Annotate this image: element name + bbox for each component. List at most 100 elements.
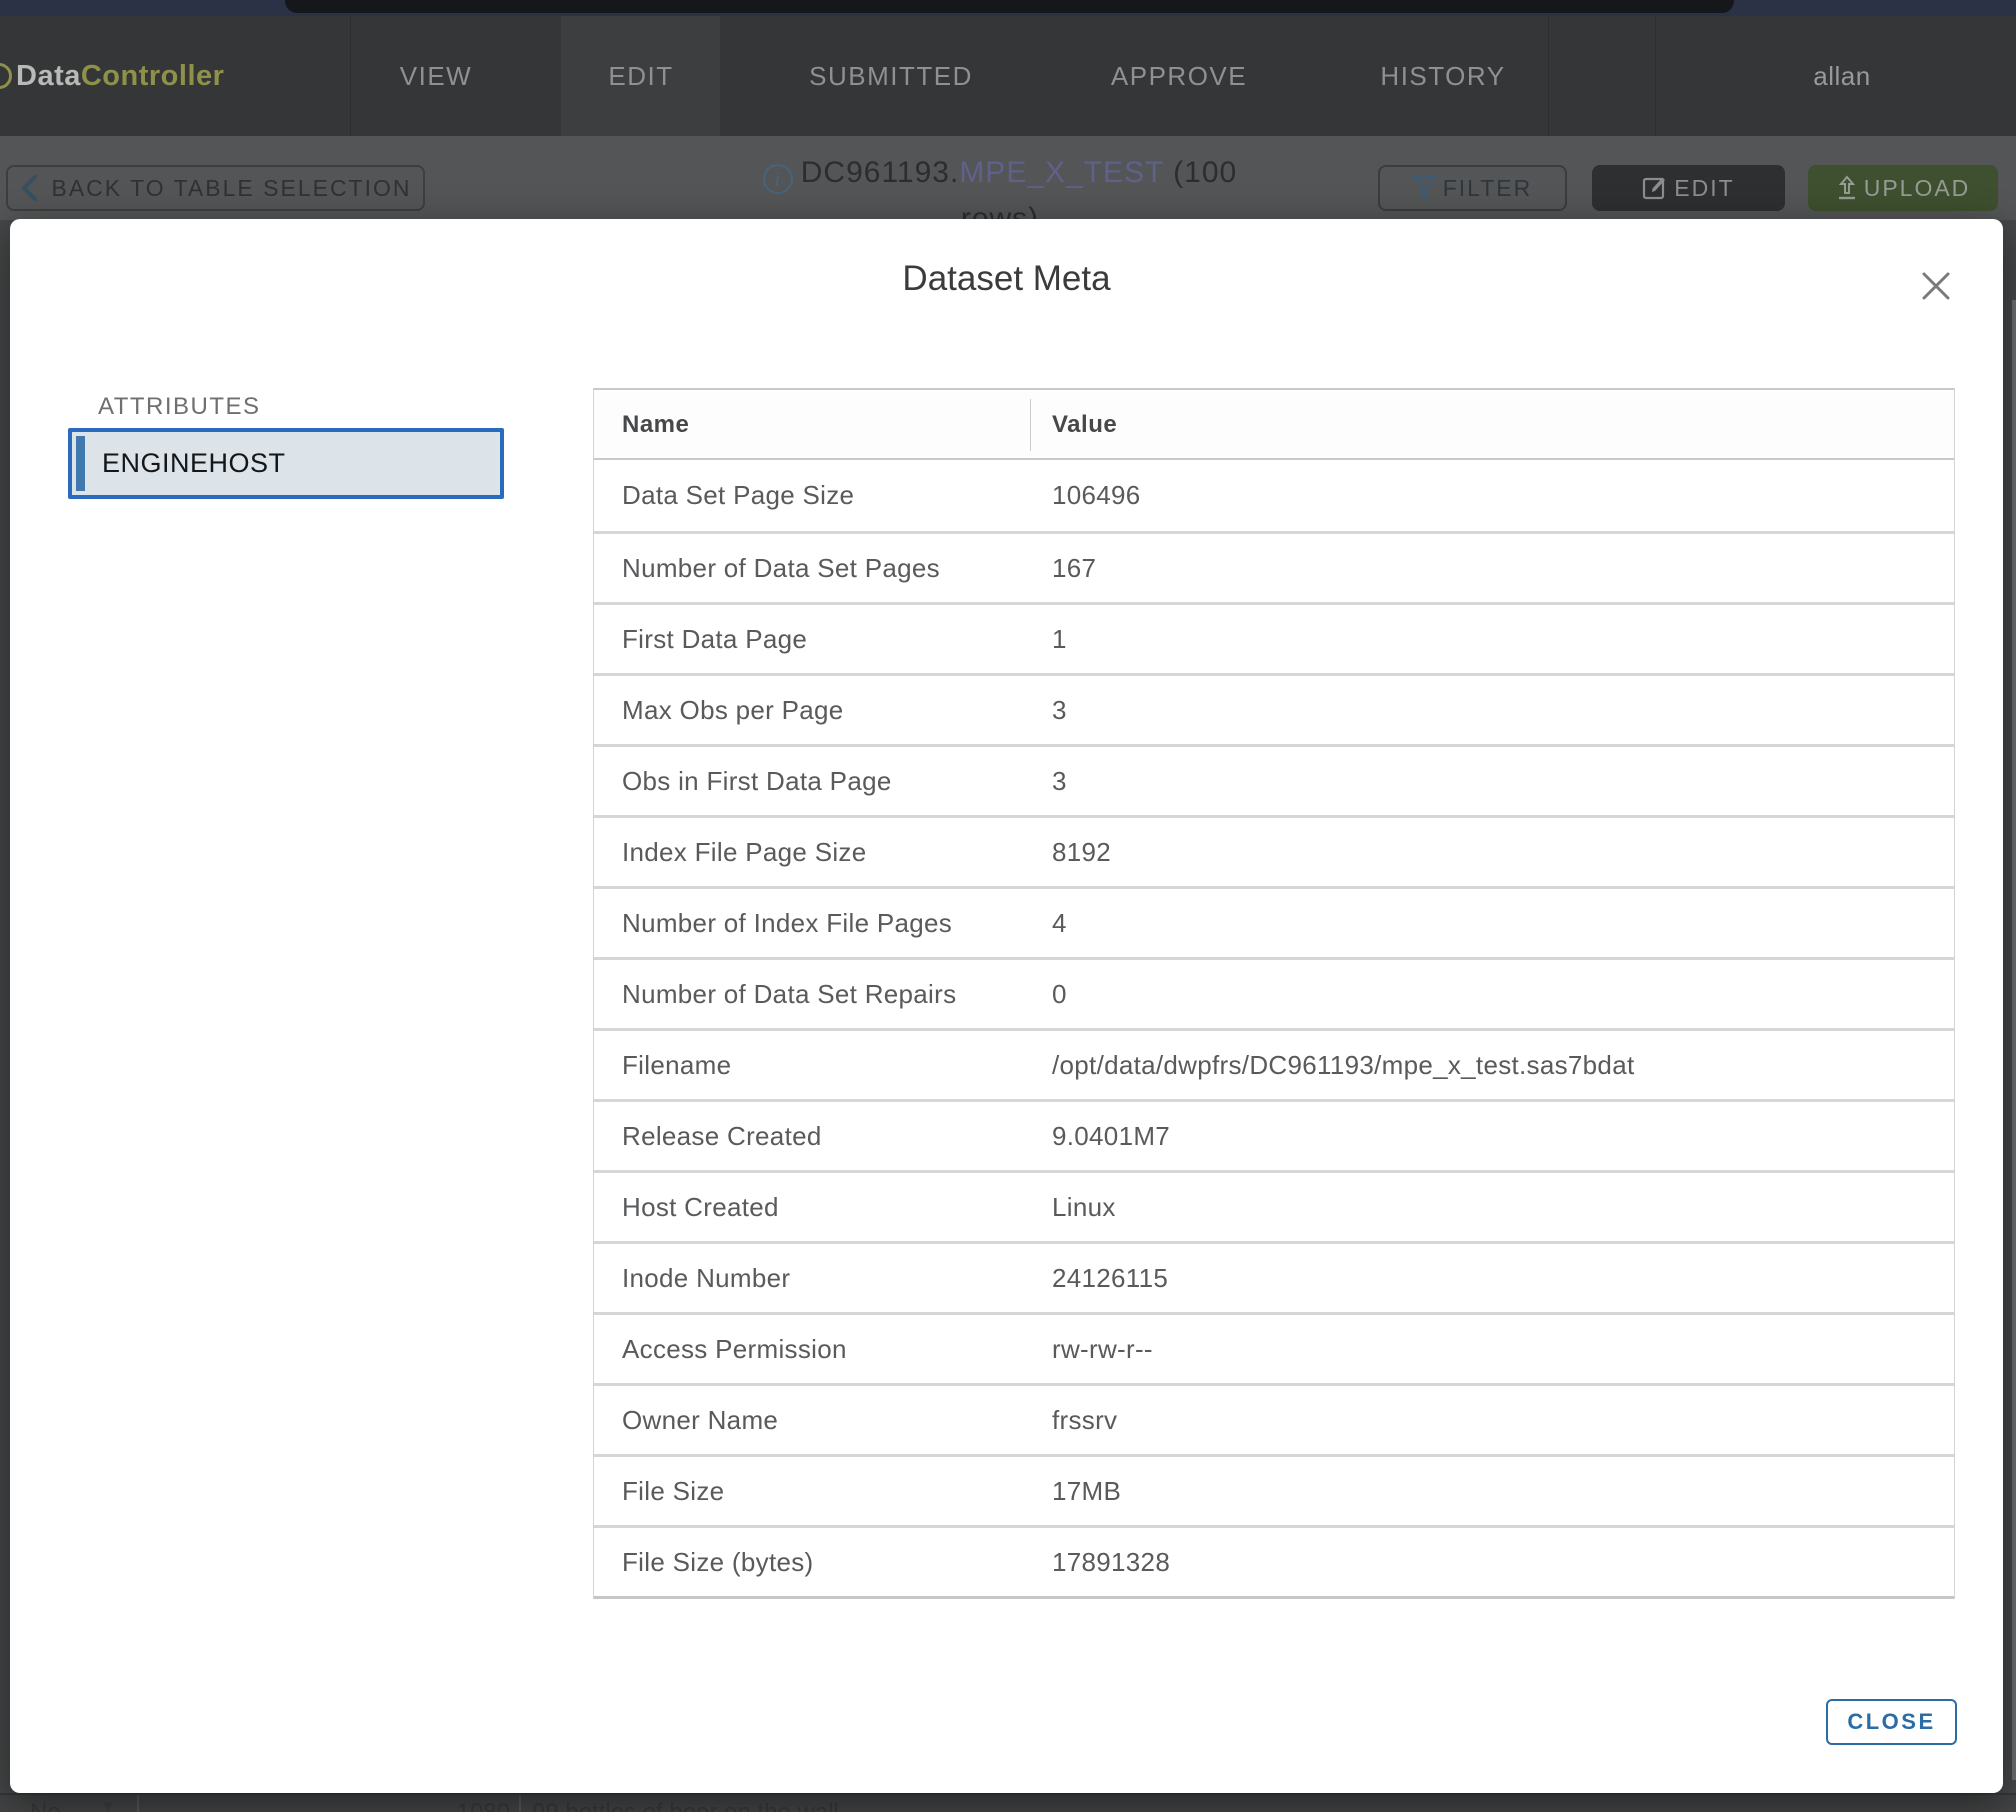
nav-divider (1655, 16, 1656, 136)
table-row: Inode Number24126115 (594, 1241, 1954, 1312)
title-table-name: MPE_X_TEST (959, 156, 1164, 189)
attribute-item-enginehost[interactable]: ENGINEHOST (68, 428, 504, 499)
attribute-item-label: ENGINEHOST (102, 432, 286, 495)
nav-tab-approve[interactable]: APPROVE (1111, 16, 1247, 136)
column-header-value: Value (1030, 390, 1954, 458)
page-header: BACK TO TABLE SELECTION i DC961193.MPE_X_… (0, 136, 2016, 220)
row-value: 167 (1030, 553, 1954, 584)
row-value: 4 (1030, 908, 1954, 939)
row-name: First Data Page (594, 624, 1030, 655)
row-name: Number of Data Set Repairs (594, 979, 1030, 1010)
row-value: 17891328 (1030, 1547, 1954, 1578)
row-name: Index File Page Size (594, 837, 1030, 868)
row-name: Release Created (594, 1121, 1030, 1152)
table-row: Index File Page Size8192 (594, 815, 1954, 886)
info-icon[interactable]: i (763, 164, 793, 194)
table-row: Owner Namefrssrv (594, 1383, 1954, 1454)
table-row: Max Obs per Page3 (594, 673, 1954, 744)
row-name: Number of Index File Pages (594, 908, 1030, 939)
modal-title: Dataset Meta (10, 259, 2003, 299)
row-value: 24126115 (1030, 1263, 1954, 1294)
table-row: Data Set Page Size106496 (594, 460, 1954, 531)
table-row: Filename/opt/data/dwpfrs/DC961193/mpe_x_… (594, 1028, 1954, 1099)
row-value: frssrv (1030, 1405, 1954, 1436)
chevron-left-icon (19, 173, 41, 203)
row-value: 9.0401M7 (1030, 1121, 1954, 1152)
grid-divider (519, 1795, 521, 1812)
table-row: Host CreatedLinux (594, 1170, 1954, 1241)
brand-data: Data (16, 60, 81, 92)
row-value: Linux (1030, 1192, 1954, 1223)
row-name: Obs in First Data Page (594, 766, 1030, 797)
back-to-table-selection-button[interactable]: BACK TO TABLE SELECTION (6, 165, 425, 211)
nav-divider (1548, 16, 1549, 136)
selection-accent-bar (76, 436, 85, 491)
table-row: First Data Page1 (594, 602, 1954, 673)
brand-logo-icon (0, 63, 12, 89)
user-menu[interactable]: allan (1813, 16, 1870, 136)
row-name: File Size (bytes) (594, 1547, 1030, 1578)
upload-button[interactable]: UPLOAD (1808, 165, 1998, 211)
table-row: Access Permissionrw-rw-r-- (594, 1312, 1954, 1383)
nav-divider (350, 16, 351, 136)
table-row: Obs in First Data Page3 (594, 744, 1954, 815)
meta-table-header: Name Value (594, 390, 1954, 460)
browser-tab-bar (285, 0, 1734, 13)
edit-pencil-icon (1642, 175, 1668, 201)
meta-table: Name Value Data Set Page Size106496 Numb… (593, 388, 1955, 1599)
row-name: Owner Name (594, 1405, 1030, 1436)
row-name: Access Permission (594, 1334, 1030, 1365)
close-icon[interactable] (1919, 269, 1953, 303)
column-header-name: Name (594, 390, 1030, 458)
row-name: Inode Number (594, 1263, 1030, 1294)
row-value: 8192 (1030, 837, 1954, 868)
grid-cell-text: 99 bottles of beer on the wall (532, 1799, 839, 1812)
attributes-label: ATTRIBUTES (98, 393, 261, 421)
nav-tab-submitted[interactable]: SUBMITTED (809, 16, 973, 136)
back-button-label: BACK TO TABLE SELECTION (51, 175, 411, 202)
filter-button-label: FILTER (1443, 175, 1533, 202)
column-divider (1030, 399, 1031, 451)
row-value: 1 (1030, 624, 1954, 655)
title-libref: DC961193. (801, 156, 960, 189)
nav-tab-edit[interactable]: EDIT (608, 16, 673, 136)
row-value: 17MB (1030, 1476, 1954, 1507)
row-value: 106496 (1030, 480, 1954, 511)
table-row: File Size (bytes)17891328 (594, 1525, 1954, 1596)
grid-col-header: No (30, 1799, 61, 1812)
grid-divider (137, 1795, 139, 1812)
edit-button[interactable]: EDIT (1592, 165, 1785, 211)
table-row: Number of Data Set Pages167 (594, 531, 1954, 602)
filter-funnel-icon (1413, 175, 1437, 201)
upload-arrow-icon (1836, 175, 1858, 201)
row-name: Number of Data Set Pages (594, 553, 1030, 584)
table-row: Number of Index File Pages4 (594, 886, 1954, 957)
row-value: 3 (1030, 766, 1954, 797)
background-grid-fragment: No 1080 99 bottles of beer on the wall (0, 1793, 2016, 1812)
nav-tab-view[interactable]: VIEW (400, 16, 472, 136)
table-row: Release Created9.0401M7 (594, 1099, 1954, 1170)
close-button[interactable]: CLOSE (1826, 1699, 1957, 1745)
app-window: DataController VIEW EDIT SUBMITTED APPRO… (0, 0, 2016, 1812)
row-value: 0 (1030, 979, 1954, 1010)
browser-top-strip (0, 0, 2016, 16)
navbar: DataController VIEW EDIT SUBMITTED APPRO… (0, 16, 2016, 136)
background-scrollbar (2012, 300, 2016, 1780)
table-row: File Size17MB (594, 1454, 1954, 1525)
row-name: File Size (594, 1476, 1030, 1507)
filter-button[interactable]: FILTER (1378, 165, 1567, 211)
row-name: Host Created (594, 1192, 1030, 1223)
row-value: /opt/data/dwpfrs/DC961193/mpe_x_test.sas… (1030, 1050, 1954, 1081)
table-row: Number of Data Set Repairs0 (594, 957, 1954, 1028)
row-value: rw-rw-r-- (1030, 1334, 1954, 1365)
brand-controller: Controller (81, 60, 225, 92)
upload-button-label: UPLOAD (1864, 175, 1971, 202)
grid-filter-icon (100, 1801, 116, 1812)
edit-button-label: EDIT (1674, 175, 1734, 202)
row-name: Filename (594, 1050, 1030, 1081)
row-name: Max Obs per Page (594, 695, 1030, 726)
nav-tab-history[interactable]: HISTORY (1380, 16, 1505, 136)
brand[interactable]: DataController (16, 16, 224, 136)
row-name: Data Set Page Size (594, 480, 1030, 511)
grid-cell-number: 1080 (420, 1799, 510, 1812)
